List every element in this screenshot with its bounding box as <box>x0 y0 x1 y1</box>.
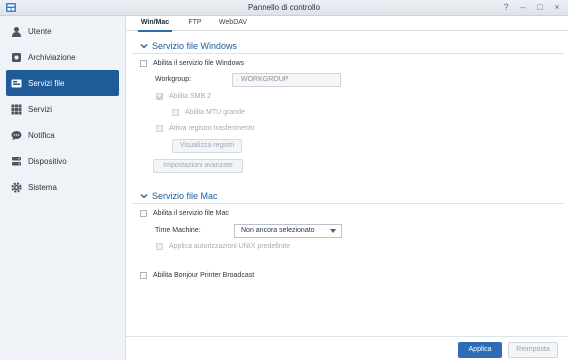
mtu-row[interactable]: Abilita MTU grande <box>172 109 245 116</box>
sidebar: Utente Archiviazione Servizi file Serviz… <box>0 16 126 360</box>
sidebar-item-servizi[interactable]: Servizi <box>6 96 119 122</box>
enable-mac-row[interactable]: Abilita il servizio file Mac <box>140 210 229 217</box>
sidebar-item-label: Archiviazione <box>28 52 76 62</box>
bonjour-row[interactable]: Abilita Bonjour Printer Broadcast <box>140 272 254 279</box>
enable-windows-label: Abilita il servizio file Windows <box>153 60 245 67</box>
tab-webdav[interactable]: WebDAV <box>216 16 250 30</box>
mtu-label: Abilita MTU grande <box>185 109 245 116</box>
sidebar-item-label: Sistema <box>28 182 57 192</box>
section-divider <box>132 203 564 204</box>
bonjour-label: Abilita Bonjour Printer Broadcast <box>153 272 255 279</box>
section-divider <box>132 53 564 54</box>
apply-button[interactable]: Applica <box>458 342 502 358</box>
maximize-icon[interactable]: □ <box>535 2 545 12</box>
advanced-settings-button[interactable]: Impostazioni avanzate <box>153 159 243 173</box>
device-icon <box>10 155 22 167</box>
sidebar-item-label: Utente <box>28 26 52 36</box>
section-windows-header[interactable]: Servizio file Windows <box>140 41 237 51</box>
storage-icon <box>10 51 22 63</box>
sidebar-item-servizi-file[interactable]: Servizi file <box>6 70 119 96</box>
tab-ftp[interactable]: FTP <box>184 16 206 30</box>
grid-icon <box>10 103 22 115</box>
reset-button[interactable]: Reimposta <box>508 342 558 358</box>
enable-windows-row[interactable]: Abilita il servizio file Windows <box>140 60 244 67</box>
control-panel-window: Pannello di controllo ? – □ × Utente Arc… <box>0 0 568 360</box>
workgroup-input[interactable]: WORKGROUP <box>232 73 341 87</box>
section-mac-header[interactable]: Servizio file Mac <box>140 191 218 201</box>
user-icon <box>10 25 22 37</box>
view-logs-button[interactable]: Visualizza registri <box>172 139 242 153</box>
time-machine-label: Time Machine: <box>155 227 201 234</box>
sidebar-item-label: Servizi file <box>28 78 65 88</box>
help-icon[interactable]: ? <box>501 2 511 12</box>
close-icon[interactable]: × <box>552 2 562 12</box>
sidebar-item-notifica[interactable]: Notifica <box>6 122 119 148</box>
time-machine-row: Time Machine: <box>155 227 201 234</box>
minimize-icon[interactable]: – <box>518 2 528 12</box>
tab-bar: Win/Mac FTP WebDAV <box>126 16 568 32</box>
gear-icon <box>10 181 22 193</box>
window-title: Pannello di controllo <box>247 3 321 12</box>
unix-checkbox[interactable] <box>156 243 163 250</box>
log-row[interactable]: Attiva registro trasferimento <box>156 125 255 132</box>
chevron-down-icon <box>330 229 336 233</box>
sidebar-item-label: Servizi <box>28 104 53 114</box>
file-services-icon <box>10 77 22 89</box>
log-checkbox[interactable] <box>156 125 163 132</box>
sidebar-item-archiviazione[interactable]: Archiviazione <box>6 44 119 70</box>
sidebar-item-sistema[interactable]: Sistema <box>6 174 119 200</box>
workgroup-label: Workgroup: <box>155 76 192 83</box>
mtu-checkbox[interactable] <box>172 109 179 116</box>
smb2-label: Abilita SMB 2 <box>169 93 212 100</box>
time-machine-value: Non ancora selezionato <box>241 227 315 234</box>
tab-win-mac[interactable]: Win/Mac <box>138 16 172 32</box>
unix-label: Applica autorizzazioni UNIX predefinite <box>169 243 291 250</box>
bonjour-checkbox[interactable] <box>140 272 147 279</box>
sidebar-item-label: Dispositivo <box>28 156 67 166</box>
footer-bar: Applica Reimposta <box>126 336 568 360</box>
chevron-down-icon <box>140 42 148 50</box>
title-bar[interactable]: Pannello di controllo ? – □ × <box>0 0 568 16</box>
smb2-checkbox[interactable] <box>156 93 163 100</box>
enable-windows-checkbox[interactable] <box>140 60 147 67</box>
sidebar-item-dispositivo[interactable]: Dispositivo <box>6 148 119 174</box>
sidebar-item-utente[interactable]: Utente <box>6 18 119 44</box>
unix-row[interactable]: Applica autorizzazioni UNIX predefinite <box>156 243 290 250</box>
chat-icon <box>10 129 22 141</box>
enable-mac-label: Abilita il servizio file Mac <box>153 210 229 217</box>
chevron-down-icon <box>140 192 148 200</box>
log-label: Attiva registro trasferimento <box>169 125 255 132</box>
enable-mac-checkbox[interactable] <box>140 210 147 217</box>
workgroup-row: Workgroup: <box>155 76 191 83</box>
smb2-row[interactable]: Abilita SMB 2 <box>156 93 211 100</box>
sidebar-item-label: Notifica <box>28 130 55 140</box>
main-content: Servizio file Windows Abilita il servizi… <box>126 31 568 336</box>
time-machine-select[interactable]: Non ancora selezionato <box>234 224 342 238</box>
section-mac-title: Servizio file Mac <box>152 191 218 201</box>
section-windows-title: Servizio file Windows <box>152 41 238 51</box>
